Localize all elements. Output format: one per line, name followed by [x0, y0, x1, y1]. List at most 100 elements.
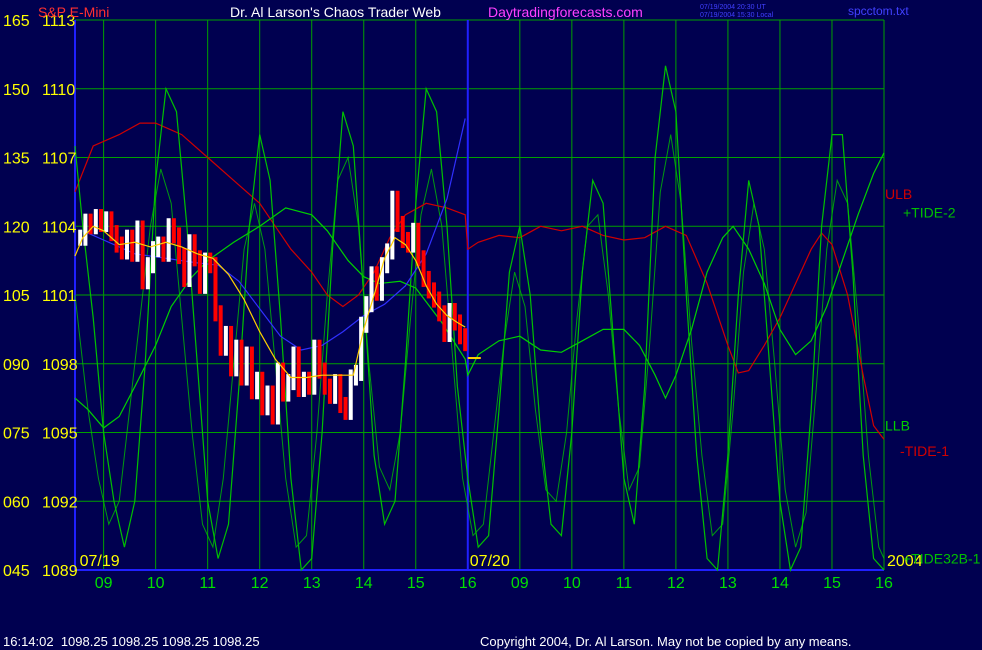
y-tick-price-label: 1089: [42, 563, 78, 580]
price-bar: [104, 211, 109, 232]
instrument-label: S&P E-Mini: [38, 4, 109, 20]
price-bar: [426, 270, 431, 299]
price-bar: [140, 220, 145, 290]
price-bar: [156, 236, 161, 258]
price-bar: [291, 346, 296, 391]
x-hour-label: 09: [95, 575, 113, 592]
x-hour-label: 12: [667, 575, 685, 592]
price-bar: [182, 248, 187, 287]
price-bar: [338, 374, 343, 414]
x-hour-label: 09: [511, 575, 529, 592]
chaos-trader-chart: 165 1113150 1110135 1107120 1104105 1101090 10…: [3, 4, 981, 649]
y-tick-price-label: 1101: [42, 288, 77, 305]
price-bar: [260, 371, 265, 416]
price-bar: [312, 339, 317, 395]
date-label: 07/20: [470, 553, 510, 570]
right-series-label: +TIDE32B-1: [903, 551, 981, 567]
price-bar: [411, 222, 416, 253]
price-bar: [192, 234, 197, 267]
chart-labels: 165 1113150 1110135 1107120 1104105 1101090 10…: [3, 13, 981, 592]
price-bar: [130, 229, 135, 262]
price-bar: [333, 374, 338, 404]
tide-2-line: [74, 65, 885, 573]
price-bar: [265, 385, 270, 416]
right-series-label: -TIDE-1: [900, 443, 949, 459]
y-tick-osc-label: 135: [3, 151, 30, 168]
price-bar: [296, 346, 301, 397]
price-bar: [390, 190, 395, 260]
price-bar: [447, 303, 452, 342]
y-tick-osc-label: 075: [3, 426, 30, 443]
right-series-label: +TIDE-2: [903, 205, 956, 221]
price-bar: [348, 369, 353, 420]
price-bar: [145, 257, 150, 290]
price-bar: [431, 282, 436, 308]
price-bar: [452, 303, 457, 331]
price-bar: [135, 220, 140, 262]
price-bar: [234, 339, 239, 377]
price-bar: [327, 378, 332, 404]
price-bar: [208, 252, 213, 274]
price-bar: [166, 218, 171, 262]
price-bar: [171, 218, 176, 244]
price-bar: [317, 339, 322, 379]
x-hour-label: 10: [147, 575, 165, 592]
y-tick-price-label: 1092: [42, 494, 78, 511]
x-hour-label: 15: [407, 575, 425, 592]
price-bar: [161, 236, 166, 262]
price-bar: [197, 250, 202, 294]
price-bar: [229, 325, 234, 377]
copyright-notice: Copyright 2004, Dr. Al Larson. May not b…: [480, 634, 851, 649]
y-tick-price-label: 1095: [42, 426, 78, 443]
site-name: Daytradingforecasts.com: [488, 4, 643, 20]
x-hour-label: 14: [355, 575, 373, 592]
x-hour-label: 13: [719, 575, 737, 592]
price-bar: [307, 371, 312, 395]
price-bar: [322, 362, 327, 395]
price-bar: [218, 305, 223, 356]
price-bar: [213, 257, 218, 322]
price-bar: [255, 371, 260, 400]
price-bar: [343, 396, 348, 420]
price-bar: [244, 346, 249, 386]
timestamp-ut: 07/19/2004 20:30 UT: [700, 4, 766, 11]
x-hour-label: 10: [563, 575, 581, 592]
grid: [74, 19, 885, 571]
y-tick-osc-label: 090: [3, 357, 30, 374]
price-bar: [275, 362, 280, 425]
x-hour-label: 15: [823, 575, 841, 592]
y-tick-price-label: 1098: [42, 357, 78, 374]
date-label: 07/19: [80, 553, 120, 570]
y-tick-price-label: 1110: [42, 82, 75, 99]
x-hour-label: 13: [303, 575, 321, 592]
timestamp-local: 07/19/2004 15:30 Local: [700, 12, 774, 19]
price-bar: [374, 266, 379, 301]
y-tick-osc-label: 165: [3, 13, 30, 30]
chart-title: Dr. Al Larson's Chaos Trader Web: [230, 4, 441, 20]
x-hour-label: 12: [251, 575, 269, 592]
x-hour-label: 16: [459, 575, 477, 592]
price-bar: [239, 339, 244, 386]
x-hour-label: 14: [771, 575, 789, 592]
data-file-name: spcctom.txt: [848, 4, 909, 18]
quote-readout: 16:14:02 1098.25 1098.25 1098.25 1098.25: [3, 634, 260, 649]
chart-series: [74, 65, 885, 573]
price-bar: [301, 371, 306, 397]
y-tick-price-label: 1104: [42, 219, 77, 236]
y-tick-price-label: 1107: [42, 151, 77, 168]
price-bar: [203, 252, 208, 294]
price-bar: [395, 190, 400, 232]
y-tick-osc-label: 045: [3, 563, 30, 580]
price-bar: [416, 222, 421, 267]
price-bar: [463, 328, 468, 352]
price-bar: [249, 346, 254, 400]
price-bar: [119, 236, 124, 260]
price-bar: [93, 209, 98, 235]
llb-line: [74, 152, 885, 429]
price-bar: [125, 229, 130, 260]
price-bar: [223, 325, 228, 356]
right-series-label: ULB: [885, 186, 912, 202]
y-tick-osc-label: 120: [3, 219, 30, 236]
y-tick-osc-label: 060: [3, 494, 30, 511]
price-bar: [457, 314, 462, 345]
